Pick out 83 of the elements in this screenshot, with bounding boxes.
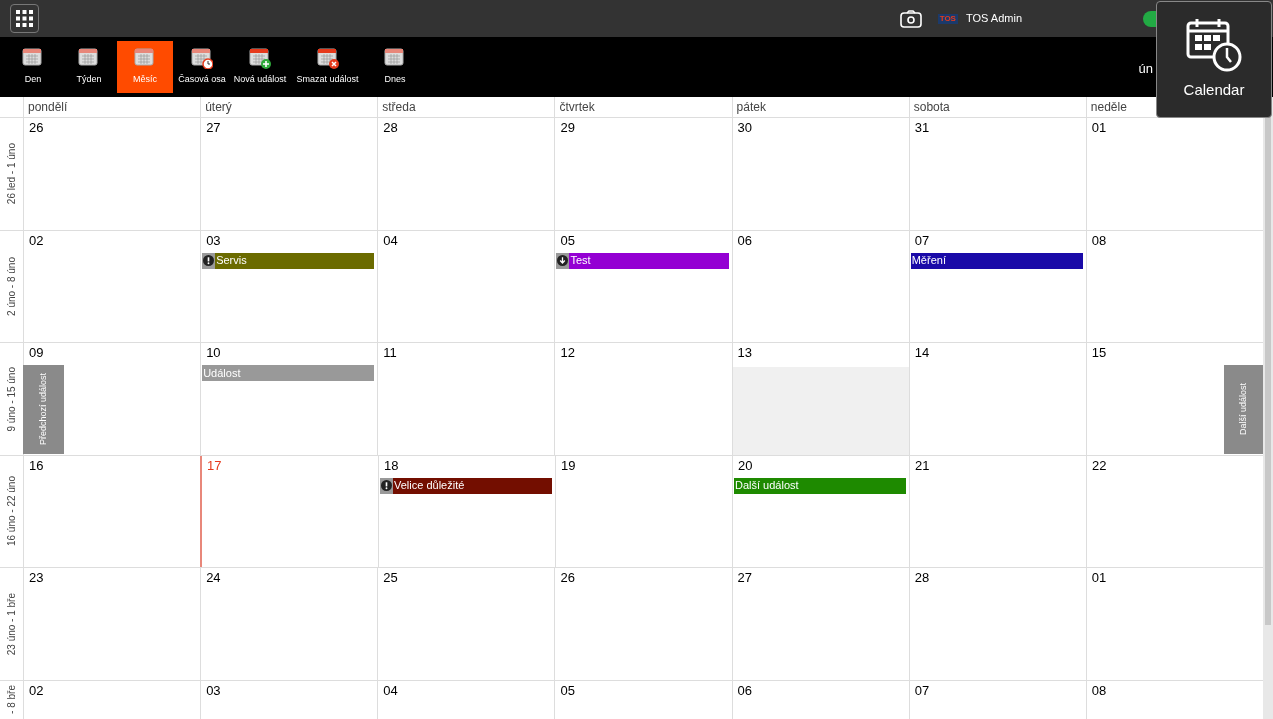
day-number: 15 bbox=[1090, 345, 1108, 361]
event-bar[interactable]: Servis bbox=[202, 252, 375, 269]
alert-icon bbox=[202, 252, 216, 269]
calendar-icon bbox=[249, 47, 271, 70]
day-number: 12 bbox=[559, 345, 576, 361]
day-number: 22 bbox=[1091, 457, 1108, 474]
event-bar[interactable]: Měření bbox=[910, 252, 1083, 269]
day-number: 27 bbox=[205, 120, 222, 136]
day-number: 06 bbox=[736, 232, 754, 249]
event-bar[interactable]: Velice důležité bbox=[380, 477, 552, 494]
toolbar-button[interactable]: Časová osa bbox=[173, 41, 231, 93]
weekday-header: úterý bbox=[205, 100, 232, 114]
day-number: 28 bbox=[382, 120, 399, 136]
weekday-header: čtvrtek bbox=[559, 100, 595, 114]
day-number: 02 bbox=[28, 232, 45, 249]
week-label: 23 úno - 1 bře bbox=[5, 592, 18, 655]
toolbar-button[interactable]: Smazat událost bbox=[289, 41, 366, 93]
day-number: 01 bbox=[1090, 570, 1108, 586]
toolbar-button[interactable]: Nová událost bbox=[231, 41, 289, 93]
day-number: 05 bbox=[559, 232, 576, 249]
calendar-icon bbox=[316, 47, 339, 70]
toggle-switch[interactable] bbox=[1143, 10, 1156, 27]
logo: TOS bbox=[937, 13, 958, 24]
weekday-header: středa bbox=[382, 100, 416, 114]
day-number: 28 bbox=[913, 570, 931, 586]
day-number: 04 bbox=[382, 232, 399, 249]
calendar-clock-icon bbox=[1185, 17, 1243, 74]
day-number: 27 bbox=[736, 570, 754, 586]
week-label: 9 úno - 15 úno bbox=[5, 366, 18, 431]
day-number: 04 bbox=[382, 682, 399, 699]
day-number: 06 bbox=[736, 682, 754, 699]
arrow-down-icon bbox=[556, 252, 570, 269]
app-tile-label: Calendar bbox=[1183, 80, 1245, 101]
day-number: 10 bbox=[205, 345, 222, 361]
day-number: 18 bbox=[383, 457, 400, 474]
apps-menu-button[interactable] bbox=[10, 4, 39, 33]
day-number: 25 bbox=[382, 570, 399, 586]
day-number: 14 bbox=[913, 345, 931, 361]
day-number: 26 bbox=[28, 120, 45, 136]
day-number: 01 bbox=[1090, 120, 1108, 136]
day-number: 03 bbox=[205, 232, 222, 249]
toolbar-button[interactable]: Týden bbox=[61, 41, 117, 93]
day-number: 09 bbox=[28, 345, 45, 361]
day-number: 03 bbox=[205, 682, 222, 699]
weekday-header: sobota bbox=[913, 100, 950, 114]
day-number: 08 bbox=[1090, 682, 1108, 699]
week-label: 16 úno - 22 úno bbox=[5, 476, 18, 547]
day-number: 11 bbox=[382, 345, 398, 361]
user-name: TOS Admin bbox=[965, 11, 1022, 27]
day-cell[interactable]: 17 bbox=[200, 455, 378, 567]
day-number: 20 bbox=[737, 457, 754, 474]
alert-icon bbox=[380, 477, 393, 494]
event-bar[interactable]: Test bbox=[556, 252, 729, 269]
day-number: 05 bbox=[559, 682, 576, 699]
grid-icon bbox=[16, 10, 33, 27]
day-number: 23 bbox=[28, 570, 45, 586]
day-number: 07 bbox=[913, 682, 931, 699]
weekday-header: pátek bbox=[736, 100, 766, 114]
week-label: 26 led - 1 úno bbox=[5, 143, 18, 205]
toolbar-button[interactable]: Dnes bbox=[366, 41, 424, 93]
day-number: 08 bbox=[1090, 232, 1108, 249]
week-label: 2 úno - 8 úno bbox=[5, 256, 18, 316]
day-number: 13 bbox=[736, 345, 754, 361]
day-number: 07 bbox=[913, 232, 931, 249]
toolbar-button[interactable]: Den bbox=[5, 41, 61, 93]
day-number: 21 bbox=[914, 457, 931, 474]
day-number: 24 bbox=[205, 570, 222, 586]
day-number: 29 bbox=[559, 120, 576, 136]
day-number: 31 bbox=[913, 120, 931, 136]
day-number: 02 bbox=[28, 682, 45, 699]
day-number: 17 bbox=[206, 457, 223, 474]
weekday-header: pondělí bbox=[28, 100, 68, 114]
weekday-header: neděle bbox=[1090, 100, 1127, 114]
camera-icon[interactable] bbox=[899, 9, 922, 28]
day-number: 26 bbox=[559, 570, 576, 586]
month-label: ún bbox=[1138, 60, 1153, 79]
calendar-icon bbox=[191, 47, 213, 70]
day-number: 30 bbox=[736, 120, 754, 136]
day-number: 16 bbox=[28, 457, 45, 474]
event-bar[interactable]: Další událost bbox=[734, 477, 906, 494]
app-tile[interactable]: Calendar bbox=[1156, 1, 1272, 118]
week-label: - 8 bře bbox=[5, 684, 18, 714]
day-number: 19 bbox=[560, 457, 577, 474]
